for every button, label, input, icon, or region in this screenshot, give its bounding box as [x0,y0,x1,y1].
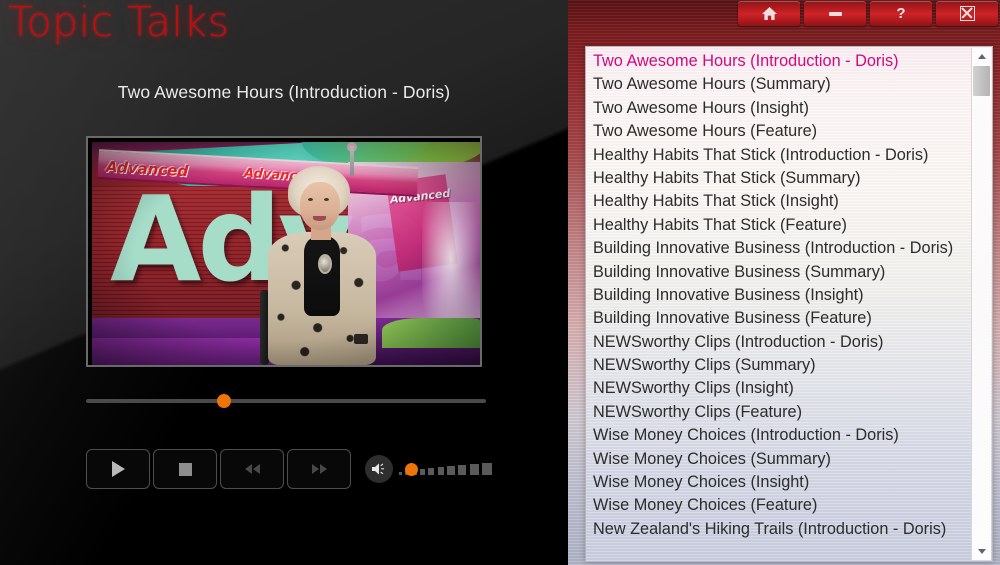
playlist-item[interactable]: Building Innovative Business (Insight) [586,284,970,307]
playlist-item[interactable]: Healthy Habits That Stick (Summary) [586,167,970,190]
volume-step[interactable] [428,468,435,475]
chevron-up-icon [977,54,986,59]
mute-toggle-button[interactable] [365,455,393,483]
playback-progress-slider[interactable] [86,394,486,408]
minimize-icon [828,11,842,16]
stop-button[interactable] [153,449,217,489]
playlist-item[interactable]: Building Innovative Business (Introducti… [586,237,970,260]
video-surface[interactable]: Adva Advanced Advanced Advanced [92,142,480,365]
playlist-item[interactable]: NEWSworthy Clips (Insight) [586,377,970,400]
home-icon [761,7,777,20]
volume-step[interactable] [469,464,479,475]
help-icon: ? [896,5,906,22]
play-button[interactable] [86,449,150,489]
player-stage: Topic Talks Two Awesome Hours (Introduct… [0,0,568,565]
now-playing-title: Two Awesome Hours (Introduction - Doris) [117,82,451,102]
media-player-app: Topic Talks Two Awesome Hours (Introduct… [0,0,1000,565]
playlist-panel: ? Two Awesome Hours (Introduction - Dori… [568,0,1000,565]
playlist-item[interactable]: Wise Money Choices (Introduction - Doris… [586,424,970,447]
play-icon [87,450,149,488]
volume-step[interactable] [437,467,445,475]
scrollbar-up-button[interactable] [972,48,991,65]
close-icon [959,6,975,21]
video-scene-vignette [92,142,480,365]
playlist-item[interactable]: NEWSworthy Clips (Summary) [586,354,970,377]
help-button[interactable]: ? [870,1,932,26]
volume-step[interactable] [419,469,426,475]
playlist-item[interactable]: Healthy Habits That Stick (Insight) [586,190,970,213]
video-frame[interactable]: Adva Advanced Advanced Advanced [86,136,482,367]
app-brand-title: Topic Talks [8,0,230,46]
playlist-items: Two Awesome Hours (Introduction - Doris)… [586,50,970,541]
playlist-item[interactable]: Healthy Habits That Stick (Feature) [586,214,970,237]
speaker-icon [372,463,385,475]
volume-slider-thumb[interactable] [404,463,418,476]
volume-step[interactable] [458,465,467,475]
volume-step[interactable] [447,466,455,475]
chevron-down-icon [977,549,986,554]
playlist-item[interactable]: Healthy Habits That Stick (Introduction … [586,144,970,167]
playback-progress-thumb[interactable] [217,394,232,408]
stop-icon [154,450,216,488]
playlist-item[interactable]: Building Innovative Business (Feature) [586,307,970,330]
playlist-item[interactable]: Wise Money Choices (Feature) [586,494,970,517]
playlist-item[interactable]: Two Awesome Hours (Summary) [586,73,970,96]
playlist-listbox[interactable]: Two Awesome Hours (Introduction - Doris)… [585,46,993,562]
window-titlebar-buttons: ? [738,1,998,26]
rewind-icon [221,450,283,488]
playlist-item[interactable]: Wise Money Choices (Summary) [586,448,970,471]
volume-step[interactable] [481,463,492,475]
minimize-button[interactable] [804,1,866,26]
playlist-item[interactable]: Two Awesome Hours (Feature) [586,120,970,143]
fast-forward-icon [288,450,350,488]
playlist-item[interactable]: NEWSworthy Clips (Introduction - Doris) [586,331,970,354]
playlist-item[interactable]: New Zealand's Hiking Trails (Introductio… [586,518,970,541]
playlist-item[interactable]: Wise Money Choices (Insight) [586,471,970,494]
playlist-item[interactable]: Two Awesome Hours (Introduction - Doris) [586,50,970,73]
playlist-item[interactable]: Building Innovative Business (Summary) [586,261,970,284]
playlist-item[interactable]: Two Awesome Hours (Insight) [586,97,970,120]
scrollbar-thumb[interactable] [973,66,990,96]
fast-forward-button[interactable] [287,449,351,489]
playlist-item[interactable]: NEWSworthy Clips (Feature) [586,401,970,424]
playlist-scrollbar[interactable] [971,48,991,560]
rewind-button[interactable] [220,449,284,489]
scrollbar-down-button[interactable] [972,543,991,560]
home-button[interactable] [738,1,800,26]
close-button[interactable] [936,1,998,26]
playback-progress-track[interactable] [86,399,486,403]
volume-step[interactable] [399,472,402,475]
